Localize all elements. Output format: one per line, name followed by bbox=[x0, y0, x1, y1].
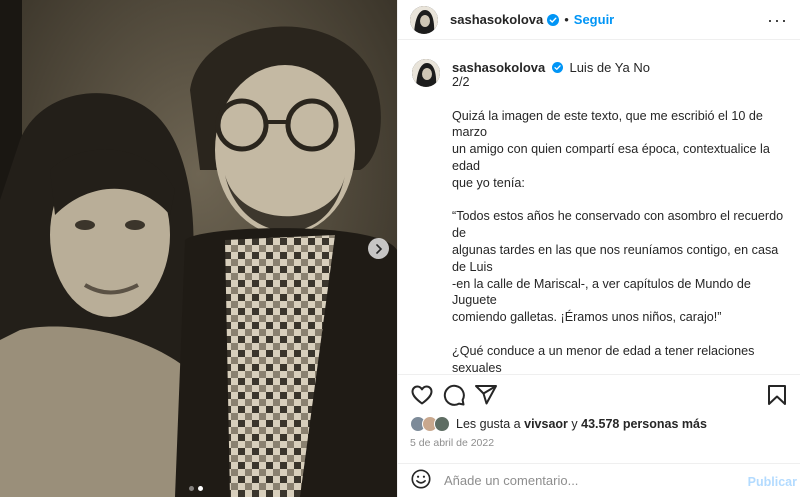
comment-input[interactable] bbox=[444, 473, 734, 488]
caption-username[interactable]: sashasokolova bbox=[452, 60, 545, 75]
carousel-dot bbox=[189, 486, 194, 491]
likes-user-link[interactable]: vivsaor bbox=[524, 417, 568, 431]
caption-audio-title: Luis de Ya No bbox=[569, 60, 650, 75]
caption-page: 2/2 bbox=[452, 75, 470, 89]
likes-prefix: Les gusta a bbox=[456, 417, 521, 431]
verified-icon bbox=[551, 62, 563, 73]
bookmark-icon[interactable] bbox=[765, 383, 789, 410]
post-side-panel: sashasokolova • Seguir ··· sashasokolova… bbox=[397, 0, 800, 497]
caption-text: 2/2 Quizá la imagen de este texto, que m… bbox=[452, 74, 792, 374]
post-view: sashasokolova • Seguir ··· sashasokolova… bbox=[0, 0, 800, 497]
post-date[interactable]: 5 de abril de 2022 bbox=[410, 437, 494, 449]
likes-summary: Les gusta a vivsaor y 43.578 personas má… bbox=[410, 416, 707, 432]
vintage-photo-image bbox=[0, 0, 397, 497]
post-header: sashasokolova • Seguir ··· bbox=[398, 0, 800, 40]
author-username[interactable]: sashasokolova bbox=[450, 12, 543, 27]
caption-body: Quizá la imagen de este texto, que me es… bbox=[452, 108, 784, 374]
more-icon[interactable]: ··· bbox=[767, 10, 788, 31]
avatar[interactable] bbox=[410, 5, 438, 34]
comment-icon[interactable] bbox=[442, 383, 466, 410]
emoji-icon[interactable] bbox=[410, 468, 432, 493]
likes-connector: y bbox=[571, 417, 578, 431]
chevron-right-icon bbox=[375, 243, 382, 254]
caption-scroll-area[interactable]: sashasokolova Luis de Ya No 2/2 Quizá la… bbox=[398, 41, 800, 374]
carousel-dot-active bbox=[198, 486, 203, 491]
carousel-indicator bbox=[189, 486, 203, 491]
verified-icon bbox=[547, 13, 560, 26]
caption-avatar[interactable] bbox=[412, 59, 440, 87]
comment-bar: Publicar bbox=[398, 463, 800, 497]
likes-count-link[interactable]: 43.578 personas más bbox=[581, 417, 707, 431]
avatar-image bbox=[412, 59, 440, 87]
heart-icon[interactable] bbox=[410, 383, 434, 410]
carousel-next-button[interactable] bbox=[368, 238, 389, 259]
post-photo bbox=[0, 0, 397, 497]
follow-button[interactable]: Seguir bbox=[574, 12, 614, 27]
post-actions bbox=[398, 374, 800, 414]
publish-button[interactable]: Publicar bbox=[748, 475, 797, 489]
separator-dot: • bbox=[564, 12, 569, 27]
share-icon[interactable] bbox=[474, 383, 498, 410]
liker-avatars[interactable] bbox=[410, 416, 450, 432]
liker-avatar bbox=[434, 416, 450, 432]
avatar-image bbox=[410, 5, 438, 34]
